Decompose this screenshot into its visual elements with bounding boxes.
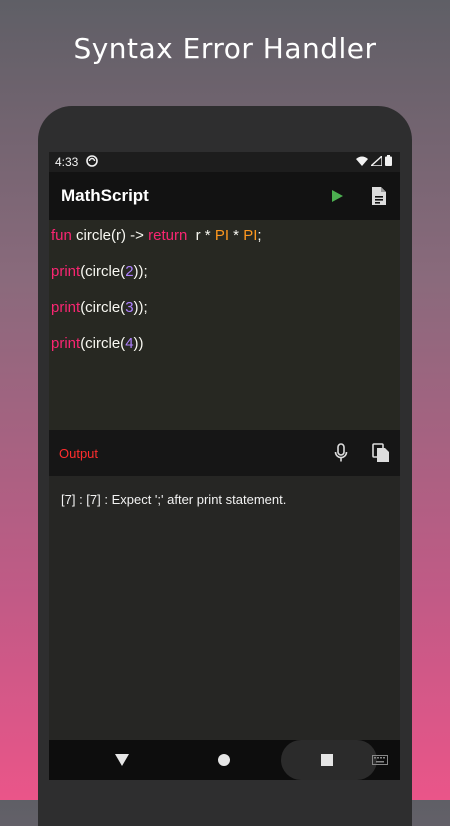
code-line-2: print(circle(2)); bbox=[51, 264, 398, 300]
token-number: 2 bbox=[125, 263, 134, 280]
keyboard-icon[interactable] bbox=[360, 740, 400, 780]
token-text: (circle( bbox=[80, 299, 126, 316]
output-panel: [7] : [7] : Expect ';' after print state… bbox=[49, 476, 400, 740]
code-line-4: print(circle(4)) bbox=[51, 336, 398, 372]
status-bar: 4:33 bbox=[49, 152, 400, 172]
token-text: r * bbox=[187, 227, 215, 244]
code-line-1: fun circle(r) -> return r * PI * PI; bbox=[51, 228, 398, 264]
phone-screen: 4:33 MathScript fun circle(r) -> return … bbox=[49, 152, 400, 780]
nav-recents-icon[interactable] bbox=[307, 740, 347, 780]
status-time: 4:33 bbox=[55, 155, 79, 169]
token-keyword: print bbox=[51, 263, 81, 280]
token-number: 3 bbox=[125, 299, 134, 316]
token-text: ; bbox=[257, 227, 262, 244]
navigation-bar bbox=[49, 740, 400, 780]
document-icon[interactable] bbox=[368, 185, 390, 207]
battery-icon bbox=[385, 155, 392, 169]
app-bar: MathScript bbox=[49, 172, 400, 220]
token-constant: PI bbox=[243, 227, 258, 244]
token-keyword: fun bbox=[51, 227, 72, 244]
token-text: (circle( bbox=[80, 335, 126, 352]
token-text: )) bbox=[133, 335, 144, 352]
wifi-icon bbox=[356, 155, 368, 169]
output-label: Output bbox=[59, 445, 99, 461]
token-text: (circle( bbox=[80, 263, 126, 280]
code-editor[interactable]: fun circle(r) -> return r * PI * PI; pri… bbox=[49, 220, 400, 430]
token-text: * bbox=[229, 227, 244, 244]
token-text: circle(r) -> bbox=[71, 227, 149, 244]
microphone-icon[interactable] bbox=[330, 442, 352, 464]
token-keyword: return bbox=[148, 227, 188, 244]
signal-icon bbox=[369, 154, 383, 169]
token-keyword: print bbox=[51, 335, 81, 352]
output-message: [7] : [7] : Expect ';' after print state… bbox=[61, 492, 287, 507]
token-constant: PI bbox=[214, 227, 229, 244]
nav-home-icon[interactable] bbox=[204, 740, 244, 780]
output-header: Output bbox=[49, 430, 400, 476]
play-icon[interactable] bbox=[326, 185, 348, 207]
sync-icon bbox=[86, 154, 99, 170]
code-line-3: print(circle(3)); bbox=[51, 300, 398, 336]
banner-title: Syntax Error Handler bbox=[73, 32, 377, 65]
token-text: )); bbox=[133, 299, 148, 316]
copy-icon[interactable] bbox=[370, 442, 392, 464]
token-text: )); bbox=[133, 263, 148, 280]
status-icons bbox=[356, 154, 392, 169]
app-title: MathScript bbox=[61, 186, 149, 205]
token-keyword: print bbox=[51, 299, 81, 316]
token-number: 4 bbox=[125, 335, 134, 352]
nav-back-icon[interactable] bbox=[102, 740, 142, 780]
